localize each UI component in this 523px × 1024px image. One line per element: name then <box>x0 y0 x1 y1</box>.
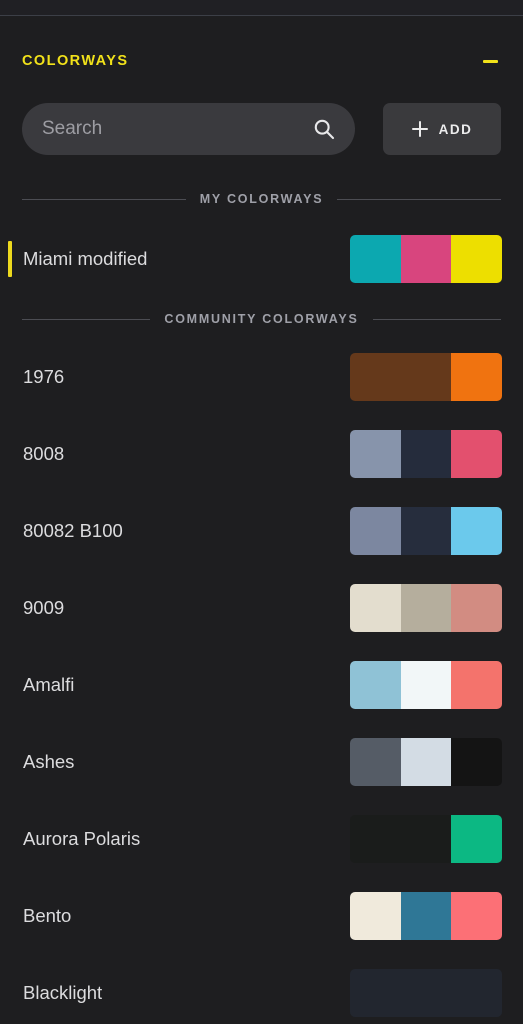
color-swatch <box>451 892 502 940</box>
colorway-row[interactable]: 9009 <box>0 584 523 632</box>
colorway-row[interactable]: 8008 <box>0 430 523 478</box>
color-swatch <box>400 235 452 283</box>
minus-icon[interactable] <box>479 50 501 72</box>
section-rule-right <box>337 198 502 200</box>
color-swatch <box>451 738 502 786</box>
color-swatch <box>400 430 452 478</box>
panel-header: COLORWAYS <box>0 40 523 82</box>
colorway-name: Miami modified <box>23 248 148 269</box>
colorway-name: 1976 <box>23 366 65 387</box>
colorway-name: Ashes <box>23 751 75 772</box>
section-header-community-colorways: COMMUNITY COLORWAYS <box>22 310 501 328</box>
colorway-name: Bento <box>23 905 72 926</box>
color-swatch <box>350 892 401 940</box>
selected-accent-bar <box>8 744 12 780</box>
section-label: COMMUNITY COLORWAYS <box>164 312 359 326</box>
colorway-swatch-strip[interactable] <box>350 235 502 283</box>
colorway-swatch-strip[interactable] <box>350 353 502 401</box>
colorway-row[interactable]: Blacklight <box>0 969 523 1017</box>
color-swatch <box>451 815 502 863</box>
color-swatch <box>350 430 401 478</box>
selected-accent-bar <box>8 513 12 549</box>
color-swatch <box>350 353 401 401</box>
color-swatch <box>350 738 401 786</box>
add-button-label: ADD <box>438 121 473 137</box>
colorway-row[interactable]: 80082 B100 <box>0 507 523 555</box>
search-field[interactable] <box>22 103 355 155</box>
color-swatch <box>451 584 502 632</box>
color-swatch <box>350 969 401 1017</box>
color-swatch <box>350 661 401 709</box>
window-top-strip <box>0 0 523 15</box>
color-swatch <box>451 661 502 709</box>
colorways-panel: COLORWAYS ADD MY COLORWAYS COMMUNITY COL… <box>0 0 523 1024</box>
selected-accent-bar <box>8 898 12 934</box>
colorway-row[interactable]: Ashes <box>0 738 523 786</box>
color-swatch <box>451 353 502 401</box>
color-swatch <box>400 738 452 786</box>
colorway-name: 80082 B100 <box>23 520 123 541</box>
section-rule-left <box>22 198 186 200</box>
colorway-swatch-strip[interactable] <box>350 430 502 478</box>
colorway-name: Blacklight <box>23 982 103 1003</box>
colorway-row[interactable]: Amalfi <box>0 661 523 709</box>
search-row: ADD <box>22 103 501 155</box>
colorway-swatch-strip[interactable] <box>350 815 502 863</box>
colorway-row[interactable]: Miami modified <box>0 235 523 283</box>
colorway-row[interactable]: Aurora Polaris <box>0 815 523 863</box>
colorway-name: 8008 <box>23 443 65 464</box>
color-swatch <box>400 661 452 709</box>
color-swatch <box>451 969 502 1017</box>
color-swatch <box>451 507 502 555</box>
search-input[interactable] <box>42 118 305 140</box>
color-swatch <box>400 815 452 863</box>
section-rule-right <box>372 318 501 320</box>
selected-accent-bar <box>8 436 12 472</box>
selected-accent-bar <box>8 821 12 857</box>
colorway-swatch-strip[interactable] <box>350 969 502 1017</box>
colorway-row[interactable]: Bento <box>0 892 523 940</box>
section-rule-left <box>22 318 151 320</box>
color-swatch <box>350 815 401 863</box>
color-swatch <box>400 892 452 940</box>
color-swatch <box>451 235 502 283</box>
selected-accent-bar <box>8 667 12 703</box>
selected-accent-bar <box>8 590 12 626</box>
search-icon[interactable] <box>313 118 335 140</box>
plus-icon <box>411 121 428 137</box>
color-swatch <box>400 507 452 555</box>
colorway-swatch-strip[interactable] <box>350 507 502 555</box>
page-title: COLORWAYS <box>22 53 129 69</box>
colorway-swatch-strip[interactable] <box>350 892 502 940</box>
add-colorway-button[interactable]: ADD <box>383 103 501 155</box>
colorway-row[interactable]: 1976 <box>0 353 523 401</box>
colorway-swatch-strip[interactable] <box>350 661 502 709</box>
color-swatch <box>400 969 452 1017</box>
selected-accent-bar <box>8 241 12 277</box>
colorway-swatch-strip[interactable] <box>350 738 502 786</box>
color-swatch <box>350 235 401 283</box>
color-swatch <box>350 584 401 632</box>
colorway-name: 9009 <box>23 597 65 618</box>
colorway-swatch-strip[interactable] <box>350 584 502 632</box>
selected-accent-bar <box>8 975 12 1011</box>
selected-accent-bar <box>8 359 12 395</box>
color-swatch <box>451 430 502 478</box>
colorway-name: Aurora Polaris <box>23 828 141 849</box>
color-swatch <box>400 353 452 401</box>
color-swatch <box>350 507 401 555</box>
section-header-my-colorways: MY COLORWAYS <box>22 190 502 208</box>
minus-icon-bar <box>482 59 498 63</box>
top-divider <box>0 15 523 16</box>
colorway-name: Amalfi <box>23 674 75 695</box>
section-label: MY COLORWAYS <box>199 192 324 206</box>
color-swatch <box>400 584 452 632</box>
